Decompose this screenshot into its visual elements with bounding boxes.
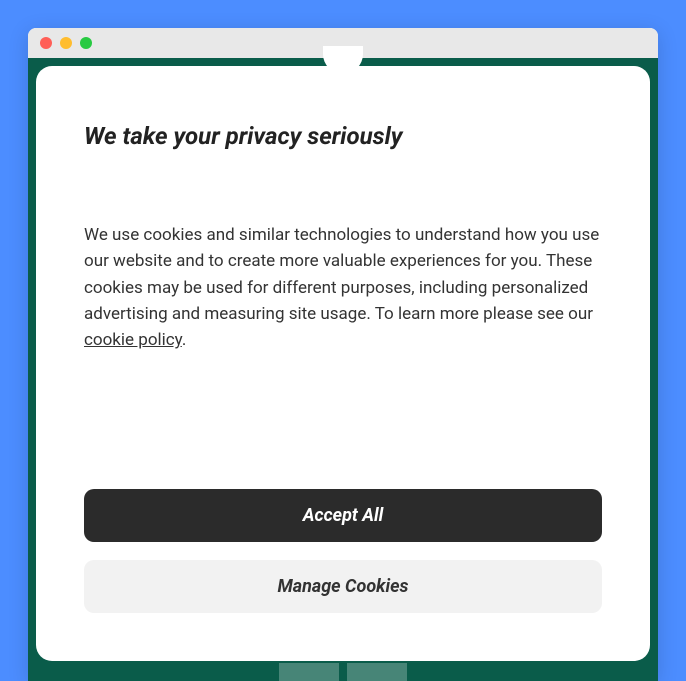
page-decoration-block	[279, 663, 339, 681]
close-icon[interactable]	[40, 37, 52, 49]
modal-title: We take your privacy seriously	[84, 122, 602, 150]
manage-cookies-button[interactable]: Manage Cookies	[84, 560, 602, 613]
cookie-policy-link[interactable]: cookie policy	[84, 330, 182, 350]
modal-body-text-post: .	[182, 330, 186, 350]
browser-window: We take your privacy seriously We use co…	[28, 28, 658, 681]
cookie-consent-modal: We take your privacy seriously We use co…	[36, 66, 650, 661]
modal-body: We use cookies and similar technologies …	[84, 222, 602, 354]
page-decoration-strip	[28, 663, 658, 681]
modal-buttons: Accept All Manage Cookies	[84, 449, 602, 613]
accept-all-button[interactable]: Accept All	[84, 489, 602, 542]
minimize-icon[interactable]	[60, 37, 72, 49]
maximize-icon[interactable]	[80, 37, 92, 49]
modal-body-text: We use cookies and similar technologies …	[84, 225, 599, 324]
page-decoration-block	[347, 663, 407, 681]
page-background: We take your privacy seriously We use co…	[28, 58, 658, 681]
